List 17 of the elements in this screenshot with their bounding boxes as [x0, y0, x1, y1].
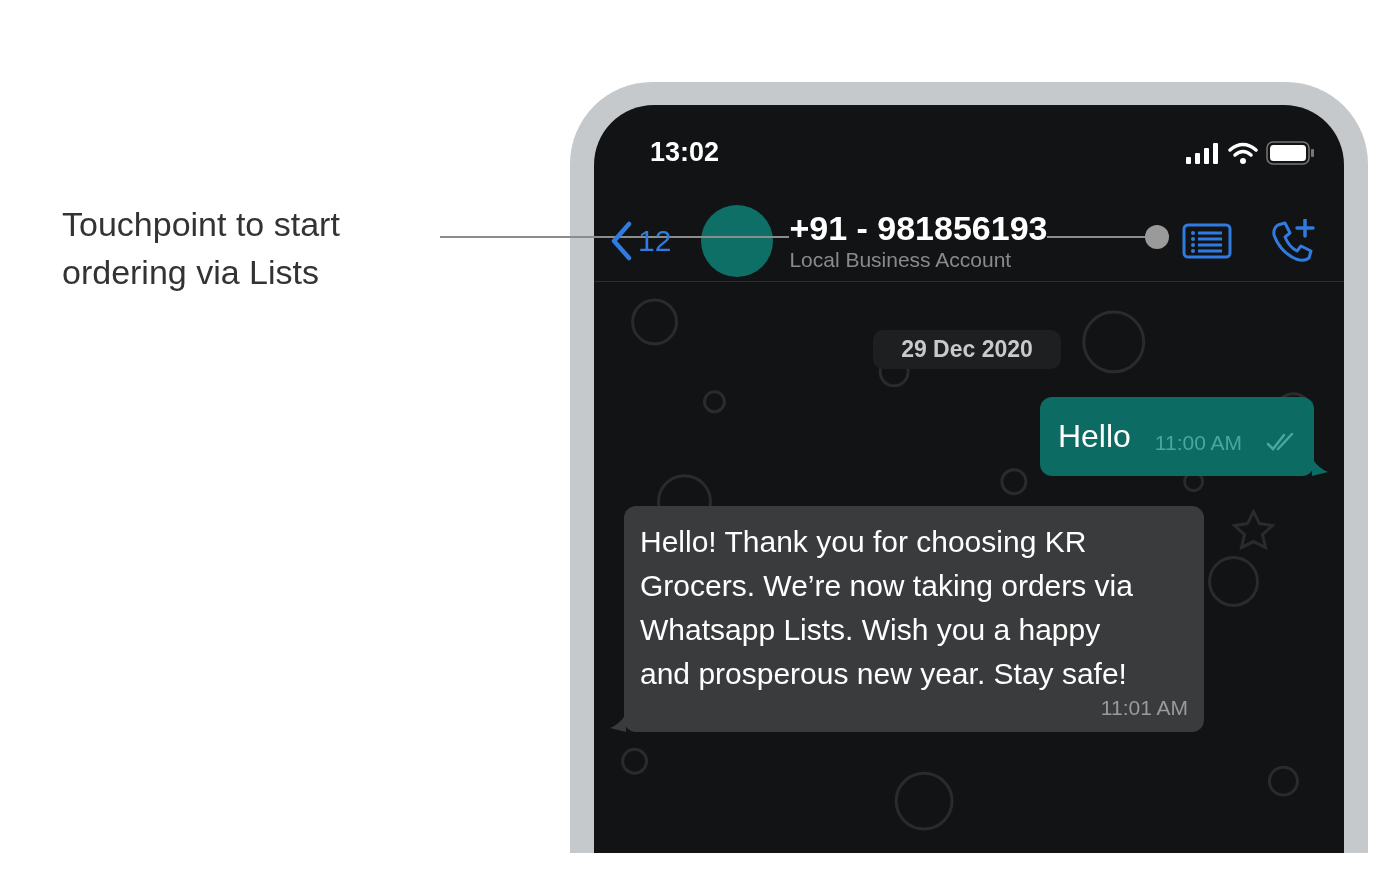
battery-icon [1266, 140, 1314, 165]
double-check-icon [1266, 431, 1296, 452]
signal-icon [1186, 141, 1220, 164]
list-button[interactable] [1182, 222, 1232, 259]
annotation-text: Touchpoint to start ordering via Lists [62, 204, 341, 293]
contact-subtitle: Local Business Account [789, 246, 1013, 273]
message-time: 11:01 AM [1100, 696, 1188, 720]
status-time: 13:02 [650, 137, 720, 168]
wifi-icon [1228, 141, 1258, 164]
call-button[interactable] [1270, 218, 1316, 263]
message-text: Hello [1057, 418, 1131, 455]
chevron-icon [610, 220, 632, 261]
list-icon [1182, 222, 1232, 259]
date-chip: 29 Dec 2020 [873, 330, 1061, 369]
message-text: Hello! Thank you for choosing KR Grocers. We’re now taking orders via Whatsapp Lists. Wish you a happy and prosperous new year. Stay safe! [640, 524, 1134, 692]
phone-plus-icon [1270, 218, 1316, 263]
message-time: 11:00 AM [1154, 430, 1242, 455]
